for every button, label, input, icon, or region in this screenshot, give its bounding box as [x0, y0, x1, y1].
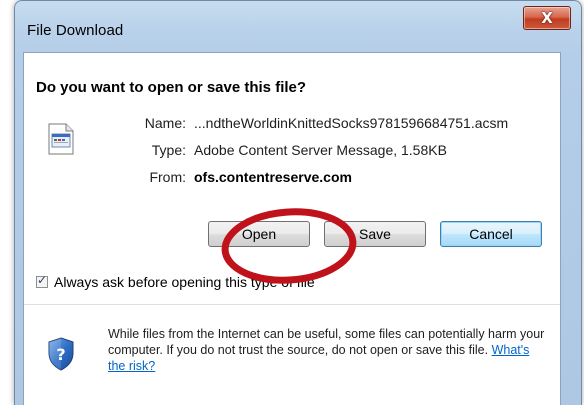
warning-text: While files from the Internet can be use… [108, 327, 545, 357]
type-label: Type: [151, 142, 186, 158]
security-warning: While files from the Internet can be use… [108, 326, 548, 374]
close-button[interactable]: X [523, 6, 571, 30]
always-ask-checkbox[interactable] [36, 273, 48, 288]
file-icon [48, 123, 74, 155]
name-value: ...ndtheWorldinKnittedSocks9781596684751… [194, 115, 509, 131]
type-value: Adobe Content Server Message, 1.58KB [194, 142, 447, 158]
open-button[interactable]: Open [208, 221, 310, 247]
always-ask-option[interactable]: Always ask before opening this type of f… [36, 273, 315, 290]
dialog-client-area: Do you want to open or save this file? N… [23, 52, 561, 405]
window-title: File Download [27, 22, 124, 39]
svg-text:?: ? [56, 345, 65, 364]
name-label: Name: [144, 115, 186, 131]
shield-question-icon: ? [48, 337, 74, 371]
dialog-question: Do you want to open or save this file? [36, 79, 307, 96]
close-icon: X [541, 9, 553, 27]
always-ask-label[interactable]: Always ask before opening this type of f… [54, 274, 315, 290]
from-label: From: [149, 169, 186, 185]
cancel-button[interactable]: Cancel [440, 221, 542, 247]
save-button[interactable]: Save [324, 221, 426, 247]
section-divider [24, 304, 560, 305]
from-value: ofs.contentreserve.com [194, 169, 352, 185]
